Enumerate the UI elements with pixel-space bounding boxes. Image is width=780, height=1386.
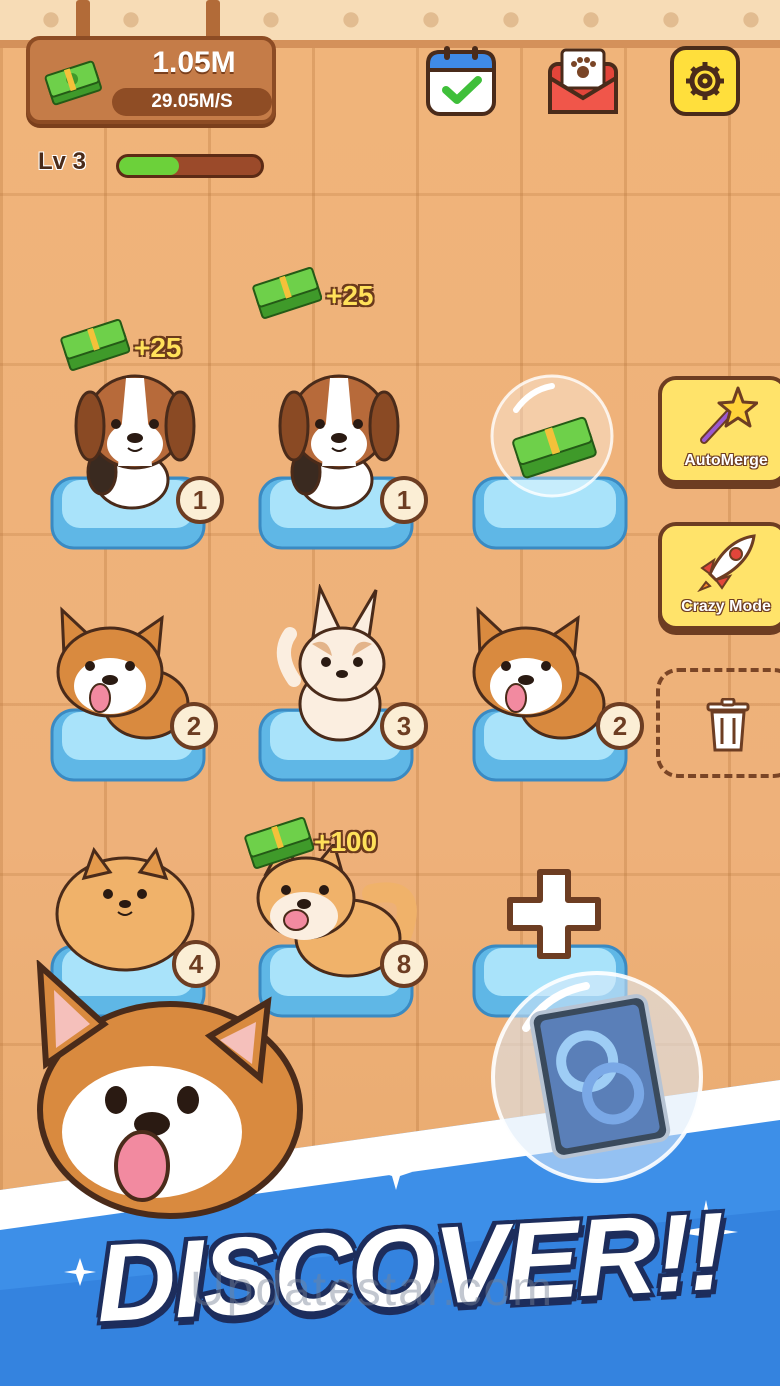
paw-letter-icon: [548, 48, 618, 114]
cash-stack-icon: [60, 316, 131, 372]
level-progress-bar: [116, 154, 264, 178]
paw-pattern-icon: ●: [742, 6, 760, 30]
watermark-text: Updatestar.com: [190, 1263, 555, 1316]
cash-stack-icon: [252, 264, 323, 320]
corgi-pet[interactable]: [470, 600, 610, 748]
cash-bubble-icon: [490, 374, 614, 498]
automerge-button[interactable]: AutoMerge: [658, 376, 780, 484]
magic-wand-icon: [700, 386, 758, 444]
settings-button[interactable]: [668, 44, 742, 118]
cash-stack-icon: [244, 814, 315, 870]
crazy-mode-button[interactable]: Crazy Mode: [658, 522, 780, 630]
automerge-label: AutoMerge: [684, 452, 768, 469]
money-panel: 1.05M 29.05M/S: [26, 36, 276, 124]
earning-popup: +100: [314, 826, 378, 857]
paw-pattern-icon: ●: [502, 6, 520, 30]
earning-popup: +25: [326, 280, 374, 311]
level-progress-fill: [119, 157, 179, 175]
pet-level-badge: 1: [380, 476, 428, 524]
corgi-mascot-icon: [36, 958, 303, 1219]
tablet-prize-bubble[interactable]: [486, 968, 708, 1186]
paw-pattern-icon: ●: [262, 6, 280, 30]
tablet-bubble-icon: [491, 971, 703, 1183]
money-amount: 1.05M: [152, 46, 236, 79]
money-rate: 29.05M/S: [112, 88, 272, 116]
mail-button[interactable]: [546, 44, 620, 118]
pet-level-badge: 1: [176, 476, 224, 524]
trash-icon: [706, 698, 750, 752]
paw-pattern-icon: ●: [662, 6, 680, 30]
calendar-check-icon: [426, 46, 496, 116]
rocket-icon: [697, 534, 756, 592]
paw-pattern-icon: ●: [582, 6, 600, 30]
level-label: Lv 3: [38, 148, 87, 175]
cash-bubble[interactable]: [486, 372, 618, 502]
gear-icon: [670, 46, 740, 116]
paw-pattern-icon: ●: [422, 6, 440, 30]
mascot-corgi: [20, 958, 320, 1230]
daily-checkin-button[interactable]: [424, 44, 498, 118]
pet-level-badge: 2: [170, 702, 218, 750]
earning-popup: +25: [134, 332, 182, 363]
trash-slot[interactable]: [656, 668, 780, 778]
paw-pattern-icon: ●: [122, 6, 140, 30]
crazy-mode-label: Crazy Mode: [681, 598, 771, 615]
add-pet-button[interactable]: [504, 866, 604, 962]
cash-stack-icon: [42, 58, 104, 106]
corgi-icon: [472, 606, 606, 740]
pet-level-badge: 2: [596, 702, 644, 750]
pet-level-badge: 3: [380, 702, 428, 750]
plus-icon: [507, 869, 601, 959]
pet-level-badge: 8: [380, 940, 428, 988]
paw-pattern-icon: ●: [342, 6, 360, 30]
paw-pattern-icon: ●: [42, 6, 60, 30]
